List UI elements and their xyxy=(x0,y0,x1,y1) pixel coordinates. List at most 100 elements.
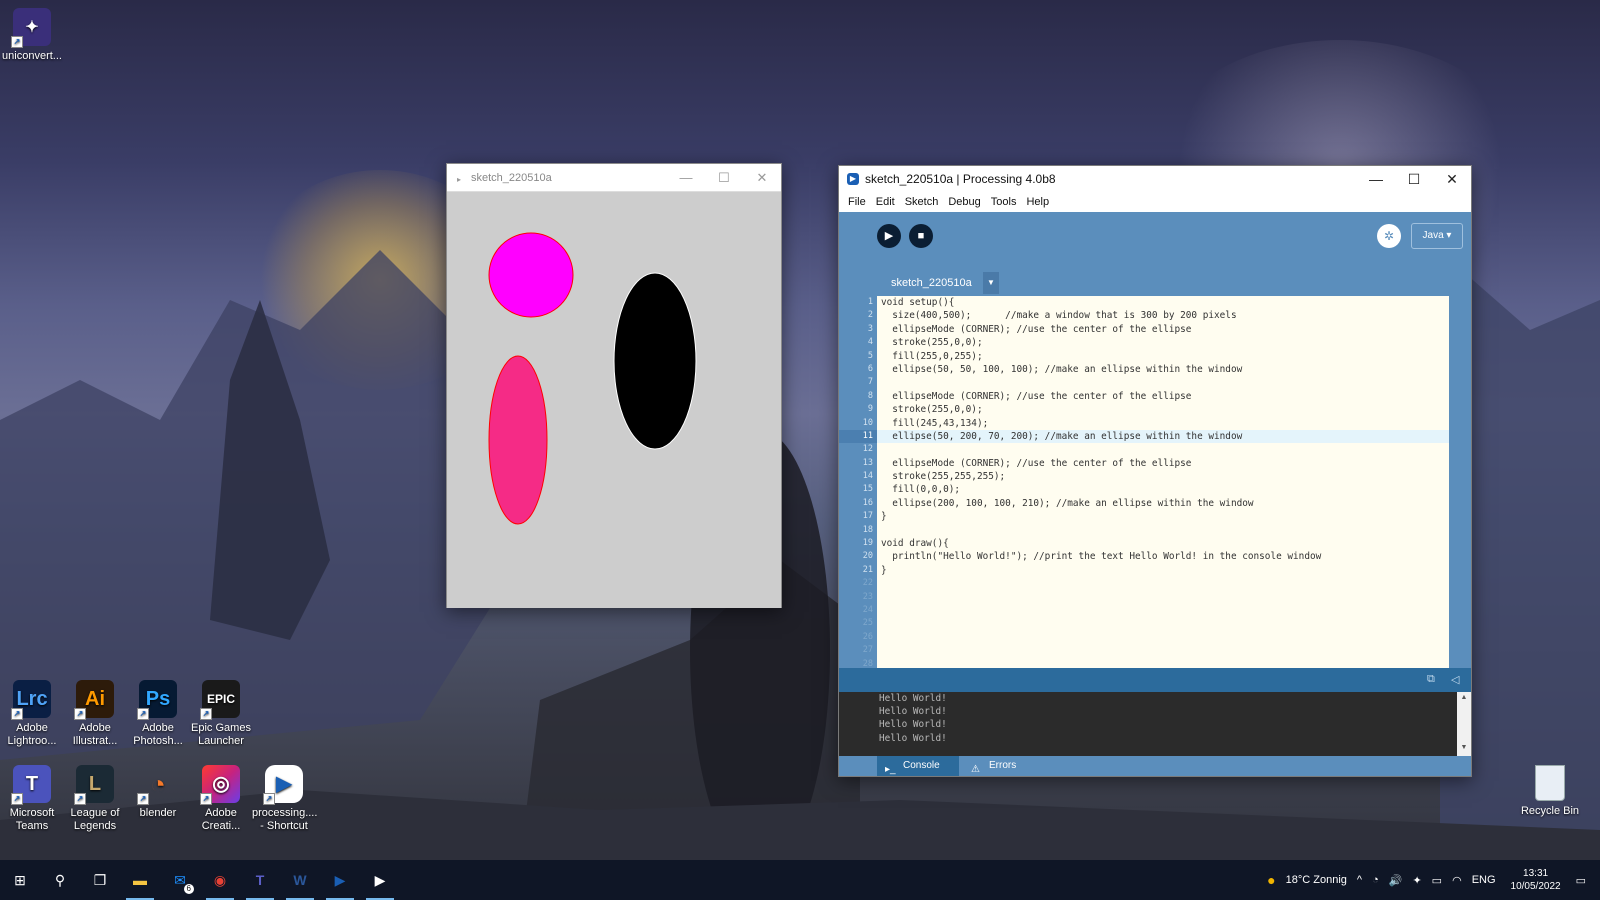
code-line[interactable] xyxy=(877,658,1449,668)
desktop-icon-recycle-bin[interactable]: Recycle Bin xyxy=(1518,765,1582,817)
desktop-icon-lightroom[interactable]: Lrc ↗ Adobe Lightroo... xyxy=(0,680,64,748)
code-line[interactable] xyxy=(877,443,1449,456)
code-line[interactable]: ellipseMode (CORNER); //use the center o… xyxy=(877,457,1449,470)
start-button[interactable]: ⊞ xyxy=(0,860,40,900)
teams-icon: T xyxy=(255,872,265,888)
desktop-icon-epic-games[interactable]: EPIC ↗ Epic Games Launcher xyxy=(189,680,253,748)
code-line[interactable]: } xyxy=(877,510,1449,523)
processing-logo-icon: ▶ xyxy=(847,173,859,185)
code-line[interactable]: println("Hello World!"); //print the tex… xyxy=(877,550,1449,563)
code-line[interactable]: stroke(255,0,0); xyxy=(877,336,1449,349)
language-indicator[interactable]: ENG xyxy=(1472,874,1496,886)
line-number: 9 xyxy=(867,404,873,415)
sketch-window-title: sketch_220510a xyxy=(471,171,552,184)
code-line[interactable]: size(400,500); //make a window that is 3… xyxy=(877,309,1449,322)
sketch-canvas[interactable] xyxy=(447,192,781,608)
minimize-button[interactable]: — xyxy=(667,170,705,186)
desktop-icon-blender[interactable]: ◔ ↗ blender xyxy=(126,765,190,820)
taskbar-app-teams[interactable]: T xyxy=(240,860,280,900)
code-line[interactable] xyxy=(877,591,1449,604)
stop-button[interactable]: ■ xyxy=(909,224,933,248)
code-line[interactable]: ellipseMode (CORNER); //use the center o… xyxy=(877,390,1449,403)
debugger-button[interactable]: ✲ xyxy=(1377,224,1401,248)
desktop-icon-processing-shortcut[interactable]: ▶ ↗ processing.... - Shortcut xyxy=(252,765,317,833)
close-button[interactable]: ✕ xyxy=(1433,171,1471,188)
code-line[interactable] xyxy=(877,376,1449,389)
mode-selector[interactable]: Java ▾ xyxy=(1411,223,1463,249)
code-line[interactable]: void setup(){ xyxy=(877,296,1449,309)
volume-icon[interactable]: 🔊 xyxy=(1389,874,1403,887)
ide-title-bar[interactable]: ▶ sketch_220510a | Processing 4.0b8 — ☐ … xyxy=(839,166,1471,192)
desktop-icon-league-of-legends[interactable]: L ↗ League of Legends xyxy=(63,765,127,833)
code-line[interactable]: stroke(255,255,255); xyxy=(877,470,1449,483)
code-text-area[interactable]: void setup(){ size(400,500); //make a wi… xyxy=(877,296,1449,668)
processing-ide-window[interactable]: ▶ sketch_220510a | Processing 4.0b8 — ☐ … xyxy=(838,165,1472,777)
meet-icon[interactable]: ◔ xyxy=(1372,874,1379,886)
code-line[interactable]: ellipse(50, 50, 100, 100); //make an ell… xyxy=(877,363,1449,376)
menu-edit[interactable]: Edit xyxy=(876,196,895,208)
console-scrollbar[interactable]: ▲ ▼ xyxy=(1457,692,1471,756)
notification-icon[interactable]: ▭ xyxy=(1576,874,1586,887)
code-line[interactable]: fill(0,0,0); xyxy=(877,483,1449,496)
desktop-icon-photoshop[interactable]: Ps ↗ Adobe Photosh... xyxy=(126,680,190,748)
dropbox-icon[interactable]: ✦ xyxy=(1412,874,1421,887)
editor-scrollbar[interactable] xyxy=(1449,296,1471,668)
menu-help[interactable]: Help xyxy=(1026,196,1049,208)
code-line[interactable] xyxy=(877,577,1449,590)
taskbar-app-mail[interactable]: ✉ 6 xyxy=(160,860,200,900)
code-line[interactable] xyxy=(877,631,1449,644)
line-number: 6 xyxy=(867,363,873,374)
code-line[interactable]: ellipse(50, 200, 70, 200); //make an ell… xyxy=(877,429,1449,444)
code-line[interactable] xyxy=(877,617,1449,630)
tab-menu-button[interactable]: ▼ xyxy=(983,272,999,294)
code-line[interactable]: fill(255,0,255); xyxy=(877,350,1449,363)
copy-console-icon[interactable]: ⧉ xyxy=(1427,673,1435,686)
tab-errors[interactable]: ⚠ Errors xyxy=(963,756,1026,776)
desktop-icon-label: blender xyxy=(139,807,177,819)
menu-tools[interactable]: Tools xyxy=(991,196,1017,208)
close-button[interactable]: ✕ xyxy=(743,170,781,186)
search-button[interactable]: ⚲ xyxy=(40,860,80,900)
code-line[interactable]: ellipse(200, 100, 100, 210); //make an e… xyxy=(877,497,1449,510)
desktop-icon-illustrator[interactable]: Ai ↗ Adobe Illustrat... xyxy=(63,680,127,748)
maximize-button[interactable]: ☐ xyxy=(705,170,743,186)
weather-text[interactable]: 18°C Zonnig xyxy=(1286,874,1347,886)
tab-console[interactable]: ▸_ Console xyxy=(877,756,959,776)
run-button[interactable]: ▶ xyxy=(877,224,901,248)
taskbar-app-chrome[interactable]: ◉ xyxy=(200,860,240,900)
menu-file[interactable]: File xyxy=(848,196,866,208)
sketch-title-bar[interactable]: ▸ sketch_220510a — ☐ ✕ xyxy=(447,164,781,192)
scroll-up-icon[interactable]: ▲ xyxy=(1457,692,1471,704)
code-line[interactable] xyxy=(877,604,1449,617)
code-line[interactable] xyxy=(877,524,1449,537)
search-icon: ⚲ xyxy=(54,871,66,888)
maximize-button[interactable]: ☐ xyxy=(1395,171,1433,188)
taskbar-app-processing[interactable]: ▶ xyxy=(320,860,360,900)
task-view-button[interactable]: ❐ xyxy=(80,860,120,900)
desktop-icon-uniconverter[interactable]: ✦ ↗ uniconvert... xyxy=(0,8,64,63)
code-line[interactable]: fill(245,43,134); xyxy=(877,417,1449,430)
code-line[interactable]: void draw(){ xyxy=(877,537,1449,550)
taskbar-app-file-explorer[interactable]: ▬ xyxy=(120,860,160,900)
menu-debug[interactable]: Debug xyxy=(948,196,980,208)
code-line[interactable]: ellipseMode (CORNER); //use the center o… xyxy=(877,323,1449,336)
taskbar-app-processing-sketch[interactable]: ▶ xyxy=(360,860,400,900)
code-line[interactable] xyxy=(877,644,1449,657)
tab-sketch[interactable]: sketch_220510a xyxy=(877,270,995,298)
desktop-icon-teams[interactable]: T ↗ Microsoft Teams xyxy=(0,765,64,833)
wifi-icon[interactable]: ◠ xyxy=(1452,874,1462,887)
taskbar-app-word[interactable]: W xyxy=(280,860,320,900)
clock[interactable]: 13:31 10/05/2022 xyxy=(1511,867,1561,893)
collapse-console-icon[interactable]: ◁ xyxy=(1451,673,1459,686)
code-editor[interactable]: 1 2 3 4 5 6 7 8 9 10 11 12 13 14 15 16 17 18 19 20 21 22 23 24 2… xyxy=(839,296,1471,669)
console-output[interactable]: Hello World! Hello World! Hello World! H… xyxy=(839,692,1471,756)
sketch-window[interactable]: ▸ sketch_220510a — ☐ ✕ xyxy=(446,163,782,608)
desktop-icon-creative-cloud[interactable]: ◎ ↗ Adobe Creati... xyxy=(189,765,253,833)
battery-icon[interactable]: ▭ xyxy=(1432,874,1442,887)
code-line[interactable]: stroke(255,0,0); xyxy=(877,403,1449,416)
scroll-down-icon[interactable]: ▼ xyxy=(1457,742,1471,754)
minimize-button[interactable]: — xyxy=(1357,171,1395,188)
show-hidden-icons-icon[interactable]: ^ xyxy=(1357,874,1362,886)
code-line[interactable]: } xyxy=(877,564,1449,577)
menu-sketch[interactable]: Sketch xyxy=(905,196,939,208)
